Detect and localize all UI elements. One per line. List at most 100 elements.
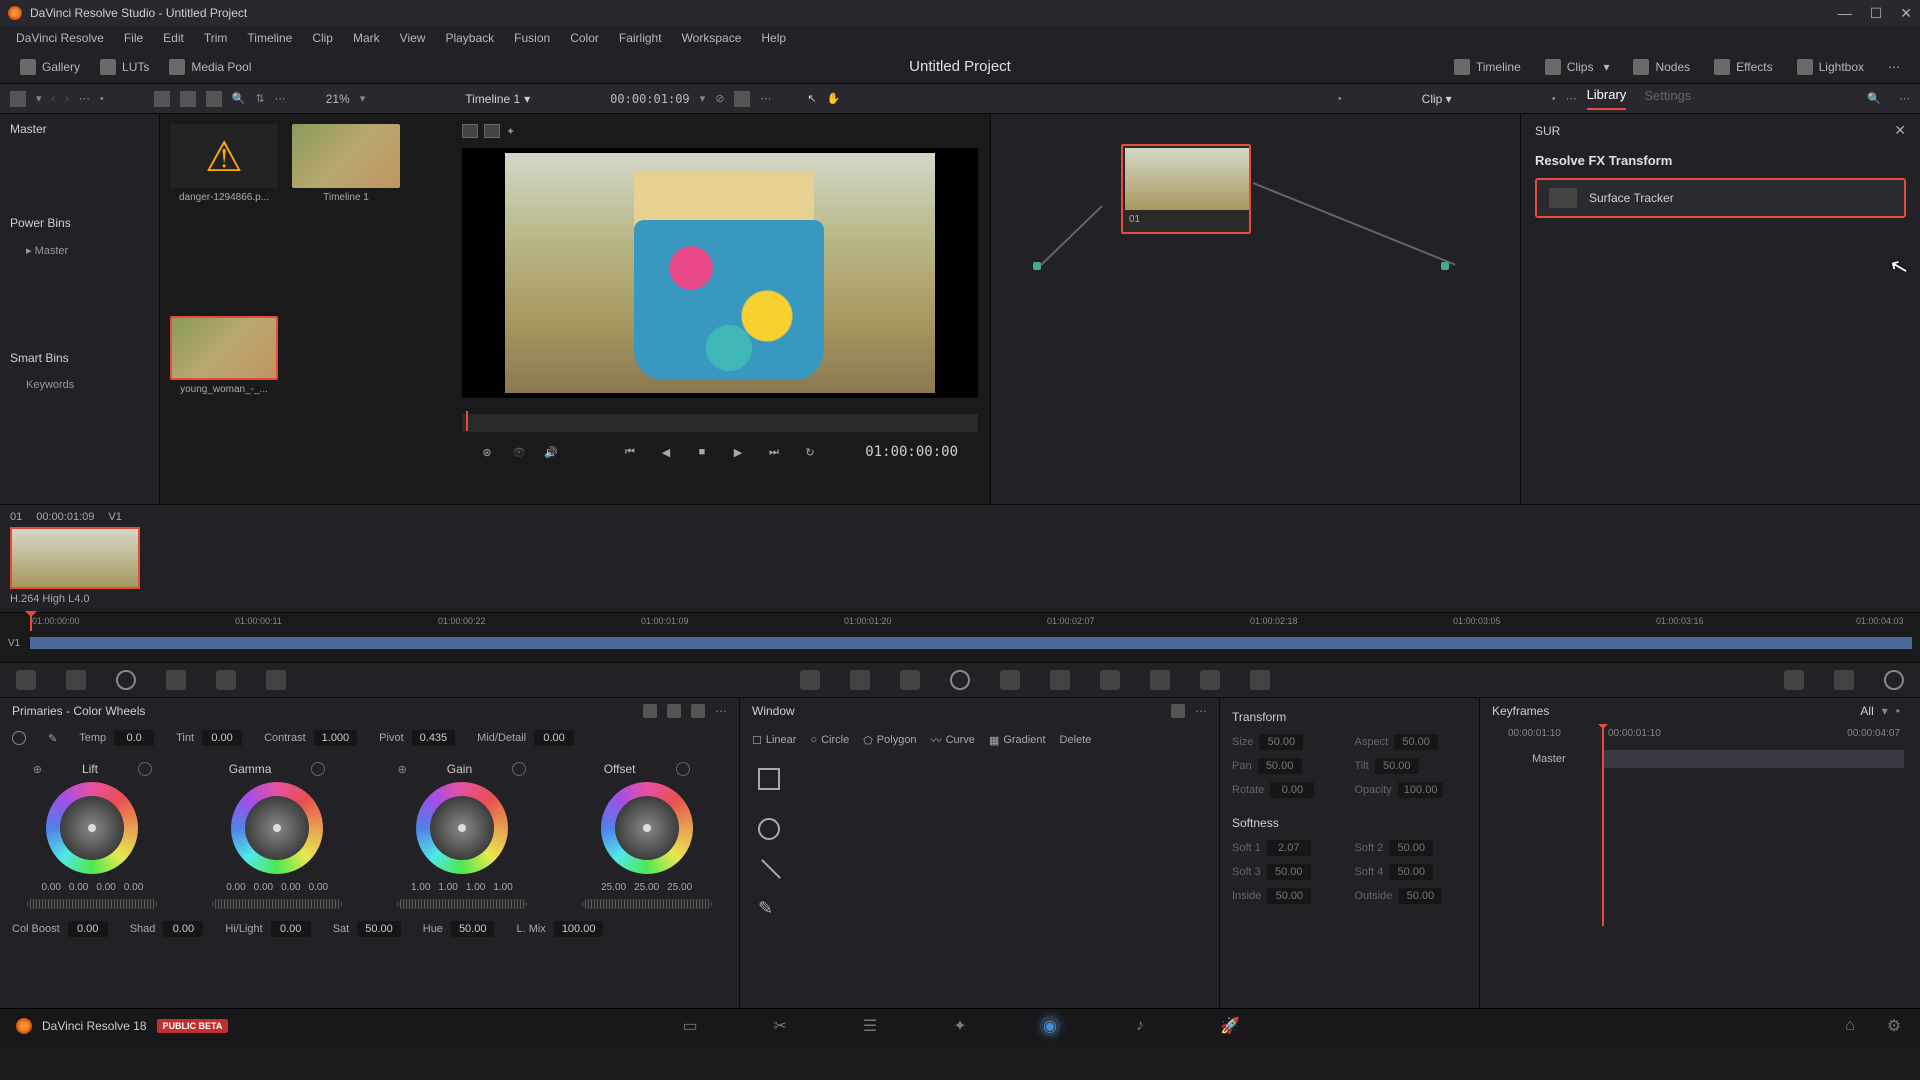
play-icon[interactable]: ▶ <box>729 443 747 461</box>
more-icon[interactable]: ⋯ <box>79 92 90 105</box>
viewer-scrubber[interactable] <box>462 414 978 432</box>
menu-davinciresolve[interactable]: DaVinci Resolve <box>6 27 114 49</box>
tracker2-icon[interactable] <box>1000 670 1020 690</box>
auto-balance-icon[interactable] <box>12 731 26 745</box>
dust-icon[interactable] <box>1250 670 1270 690</box>
transport-timecode[interactable]: 01:00:00:00 <box>865 444 958 460</box>
zoom-chevron-icon[interactable]: ▾ <box>360 92 366 105</box>
close-button[interactable]: ✕ <box>1900 5 1912 22</box>
soft3-value[interactable]: 50.00 <box>1267 864 1311 880</box>
lift-master-slider[interactable] <box>27 899 157 909</box>
lmix-value[interactable]: 100.00 <box>554 921 604 937</box>
gamma-master-slider[interactable] <box>212 899 342 909</box>
curve-shape-button[interactable] <box>761 859 781 879</box>
viewer-zoom[interactable]: 21% <box>326 92 350 106</box>
more-icon-3[interactable]: ⋯ <box>760 92 771 105</box>
window-more-icon[interactable]: ⋯ <box>1195 704 1207 718</box>
circle-shape-button[interactable] <box>758 818 780 840</box>
luts-button[interactable]: LUTs <box>90 55 159 79</box>
node-output-connector[interactable] <box>1441 262 1449 270</box>
clip-timeline1[interactable]: Timeline 1 <box>292 124 400 203</box>
more-icon-4[interactable]: ⋯ <box>1566 92 1577 105</box>
keyframes-all[interactable]: All <box>1860 704 1873 718</box>
viewer-image-area[interactable] <box>462 148 978 398</box>
listview-icon[interactable] <box>206 91 222 107</box>
nodes-button[interactable]: Nodes <box>1623 55 1700 79</box>
node-dot-icon[interactable]: • <box>1338 93 1342 105</box>
window2-icon[interactable] <box>950 670 970 690</box>
clear-search-icon[interactable]: ✕ <box>1894 122 1906 139</box>
stop-icon[interactable]: ■ <box>693 443 711 461</box>
soft4-value[interactable]: 50.00 <box>1389 864 1433 880</box>
menu-edit[interactable]: Edit <box>153 27 194 49</box>
eyedropper-icon[interactable] <box>900 670 920 690</box>
offset-wheel[interactable] <box>601 782 693 874</box>
nav-prev-icon[interactable]: ‹ <box>52 93 56 105</box>
more-icon-5[interactable]: ⋯ <box>1899 92 1910 105</box>
aspect-value[interactable]: 50.00 <box>1394 734 1438 750</box>
dot-icon[interactable]: • <box>100 93 104 105</box>
clip-danger[interactable]: danger-1294866.p... <box>170 124 278 203</box>
home-icon[interactable]: ⌂ <box>1840 1016 1860 1036</box>
kf-master-bar[interactable] <box>1604 750 1904 768</box>
clip-dropdown[interactable]: Clip ▾ <box>1422 92 1452 106</box>
shape-polygon[interactable]: ⬠ Polygon <box>863 734 916 747</box>
shape-gradient[interactable]: ▦ Gradient <box>989 734 1046 747</box>
master-bin[interactable]: Master <box>10 122 149 136</box>
grid2-icon[interactable] <box>734 91 750 107</box>
viewer-timecode[interactable]: 00:00:01:09 <box>610 92 689 106</box>
colboost-value[interactable]: 0.00 <box>68 921 108 937</box>
curves-icon[interactable] <box>16 670 36 690</box>
timeline-button[interactable]: Timeline <box>1444 55 1531 79</box>
tab-library[interactable]: Library <box>1587 87 1627 110</box>
clips-button[interactable]: Clips▾ <box>1535 55 1620 79</box>
page-fusion[interactable]: ✦ <box>950 1016 970 1036</box>
step-back-icon[interactable]: ◀ <box>657 443 675 461</box>
node-01[interactable]: 01 <box>1121 144 1251 234</box>
shape-circle[interactable]: ○ Circle <box>810 734 849 746</box>
effects-search-input[interactable]: SUR <box>1535 124 1560 138</box>
page-fairlight[interactable]: ♪ <box>1130 1016 1150 1036</box>
menu-trim[interactable]: Trim <box>194 27 238 49</box>
mute-icon[interactable]: 🔊 <box>542 443 560 461</box>
menu-file[interactable]: File <box>114 27 153 49</box>
offset-reset-icon[interactable] <box>676 762 690 776</box>
shape-linear[interactable]: ☐ Linear <box>752 734 796 747</box>
middetail-value[interactable]: 0.00 <box>534 730 574 746</box>
bypass-grades-icon[interactable]: ⊛ <box>478 443 496 461</box>
3d-icon[interactable] <box>1200 670 1220 690</box>
kf-master-label[interactable]: Master <box>1532 753 1566 765</box>
hand-icon[interactable]: ✋ <box>827 92 841 105</box>
page-deliver[interactable]: 🚀 <box>1220 1016 1240 1036</box>
thumbview-icon[interactable] <box>180 91 196 107</box>
go-first-icon[interactable]: ⏮ <box>621 443 639 461</box>
clip-youngwoman[interactable]: young_woman_-_... <box>170 316 278 395</box>
lift-wheel[interactable] <box>46 782 138 874</box>
gallery-button[interactable]: Gallery <box>10 55 90 79</box>
keywords-bin[interactable]: Keywords <box>10 375 149 395</box>
shape-delete[interactable]: Delete <box>1060 734 1092 746</box>
gain-wheel[interactable] <box>416 782 508 874</box>
gamma-wheel[interactable] <box>231 782 323 874</box>
sizing-icon[interactable] <box>1150 670 1170 690</box>
wheels-mode-icon[interactable] <box>643 704 657 718</box>
curves2-icon[interactable] <box>800 670 820 690</box>
rotate-value[interactable]: 0.00 <box>1270 782 1314 798</box>
tint-value[interactable]: 0.00 <box>202 730 242 746</box>
opacity-value[interactable]: 100.00 <box>1398 782 1444 798</box>
more-icon-2[interactable]: ⋯ <box>275 92 286 105</box>
mask2-icon[interactable] <box>1050 670 1070 690</box>
menu-help[interactable]: Help <box>751 27 796 49</box>
sat-value[interactable]: 50.00 <box>357 921 401 937</box>
window-icon[interactable] <box>166 670 186 690</box>
gain-master-slider[interactable] <box>397 899 527 909</box>
gamma-reset-icon[interactable] <box>311 762 325 776</box>
bars-mode-icon[interactable] <box>667 704 681 718</box>
contrast-value[interactable]: 1.000 <box>314 730 358 746</box>
primaries-more-icon[interactable]: ⋯ <box>715 704 727 718</box>
pen-shape-button[interactable]: ✎ <box>758 898 1201 919</box>
maximize-button[interactable]: ☐ <box>1870 5 1883 22</box>
loop-icon[interactable]: ↻ <box>801 443 819 461</box>
hue-value[interactable]: 50.00 <box>451 921 495 937</box>
split-icon[interactable] <box>484 124 500 138</box>
